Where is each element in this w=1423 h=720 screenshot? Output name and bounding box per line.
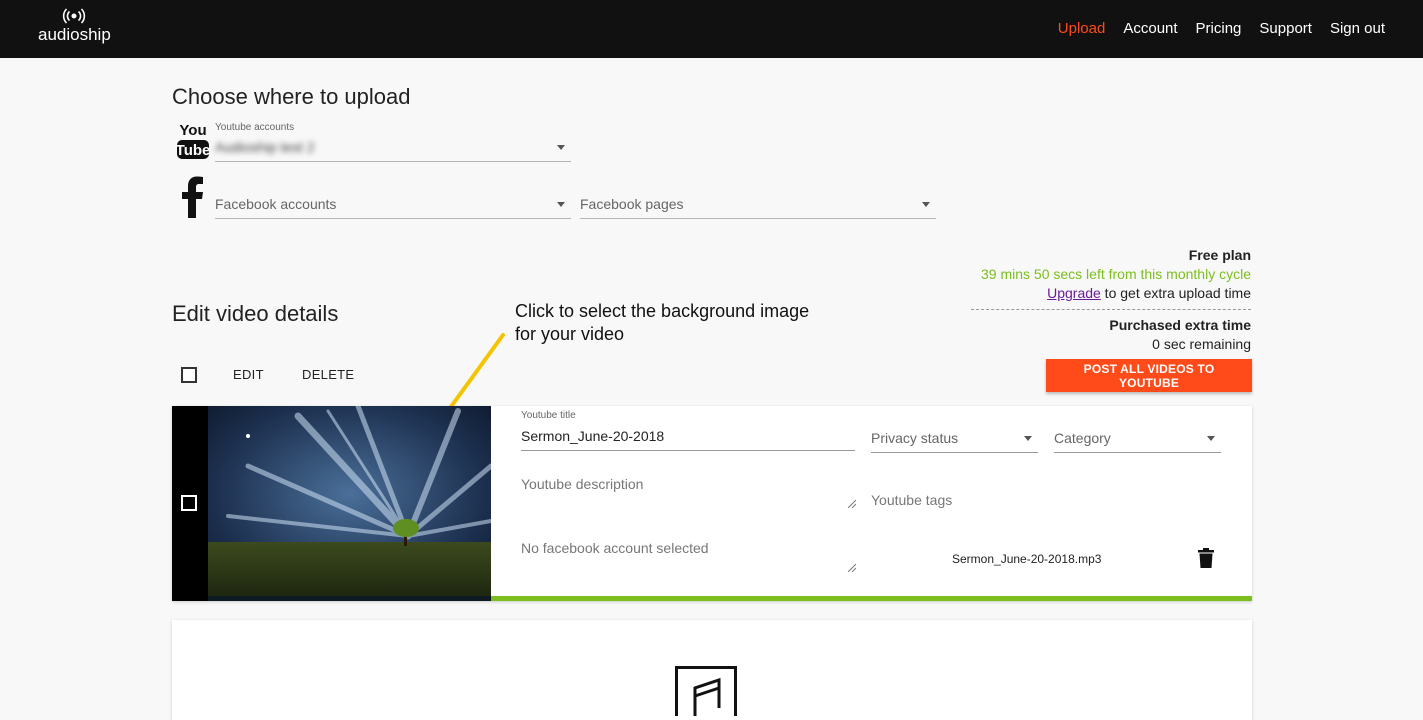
youtube-logo-icon: You Tube [176,122,210,159]
privacy-status-placeholder: Privacy status [871,430,959,446]
divider [971,309,1251,310]
upgrade-line: Upgrade to get extra upload time [951,284,1251,303]
annotation-text: Click to select the background image for… [515,300,809,346]
background-image-thumbnail[interactable] [208,406,491,601]
music-file-icon [675,666,737,716]
plan-info: Free plan 39 mins 50 secs left from this… [951,246,1251,354]
youtube-account-value: Audioship test 2 [215,139,315,155]
facebook-accounts-select[interactable]: Facebook accounts [215,188,571,219]
plan-name: Free plan [1188,247,1251,263]
logo-text: audioship [38,25,111,44]
facebook-logo-icon [182,176,203,218]
audioship-logo[interactable]: audioship [38,8,112,48]
youtube-description-placeholder: Youtube description [521,476,644,492]
svg-text:You: You [179,122,206,139]
nav-sign-out[interactable]: Sign out [1330,20,1385,37]
chevron-down-icon [1207,436,1215,441]
upload-progress-bar [491,596,1252,601]
trash-icon[interactable] [1198,548,1214,568]
upgrade-link[interactable]: Upgrade [1047,285,1101,301]
chevron-down-icon [557,202,565,207]
delete-button[interactable]: DELETE [302,367,354,382]
edit-button[interactable]: EDIT [233,367,264,382]
top-nav-bar: audioship Upload Account Pricing Support… [0,0,1423,58]
annotation-line-1: Click to select the background image [515,301,810,321]
youtube-tags-field[interactable]: Youtube tags [871,488,1211,508]
youtube-title-label: Youtube title [521,410,576,421]
nav-account[interactable]: Account [1123,20,1177,37]
facebook-pages-select[interactable]: Facebook pages [580,188,936,219]
upgrade-suffix: to get extra upload time [1100,285,1251,301]
main-nav: Upload Account Pricing Support Sign out [1058,20,1385,37]
broadcast-icon [62,8,86,24]
youtube-tags-placeholder: Youtube tags [871,492,953,508]
extra-time-title: Purchased extra time [1109,317,1251,333]
facebook-description-placeholder: No facebook account selected [521,540,709,556]
privacy-status-select[interactable]: Privacy status [871,422,1038,453]
nav-support[interactable]: Support [1259,20,1312,37]
chevron-down-icon [557,145,565,150]
select-all-checkbox[interactable] [181,367,197,383]
post-all-videos-button[interactable]: POST ALL VIDEOS TO YOUTUBE [1046,359,1252,392]
video-checkbox[interactable] [181,495,197,511]
category-select[interactable]: Category [1054,422,1221,453]
youtube-accounts-label: Youtube accounts [215,122,295,133]
audio-filename: Sermon_June-20-2018.mp3 [952,552,1102,566]
video-card: Youtube title Sermon_June-20-2018 Privac… [172,406,1252,601]
facebook-description-field[interactable]: No facebook account selected [521,536,856,574]
category-placeholder: Category [1054,430,1111,446]
youtube-title-value: Sermon_June-20-2018 [521,428,665,444]
upload-destination-heading: Choose where to upload [172,84,411,109]
extra-time-remaining: 0 sec remaining [1152,336,1251,352]
facebook-accounts-placeholder: Facebook accounts [215,196,337,212]
annotation-line-2: for your video [515,324,625,344]
add-audio-card[interactable] [172,620,1252,720]
chevron-down-icon [922,202,930,207]
facebook-pages-placeholder: Facebook pages [580,196,684,212]
chevron-down-icon [1024,436,1032,441]
youtube-title-field[interactable]: Youtube title Sermon_June-20-2018 [521,410,855,451]
resize-handle-icon[interactable] [848,500,856,508]
plan-time-left: 39 mins 50 secs left from this monthly c… [981,266,1251,282]
resize-handle-icon[interactable] [848,564,856,572]
youtube-account-select[interactable]: Youtube accounts Audioship test 2 [215,122,571,162]
nav-pricing[interactable]: Pricing [1196,20,1242,37]
svg-text:Tube: Tube [176,142,210,159]
nav-upload[interactable]: Upload [1058,20,1106,37]
youtube-description-field[interactable]: Youtube description [521,472,856,510]
edit-video-heading: Edit video details [172,301,339,326]
